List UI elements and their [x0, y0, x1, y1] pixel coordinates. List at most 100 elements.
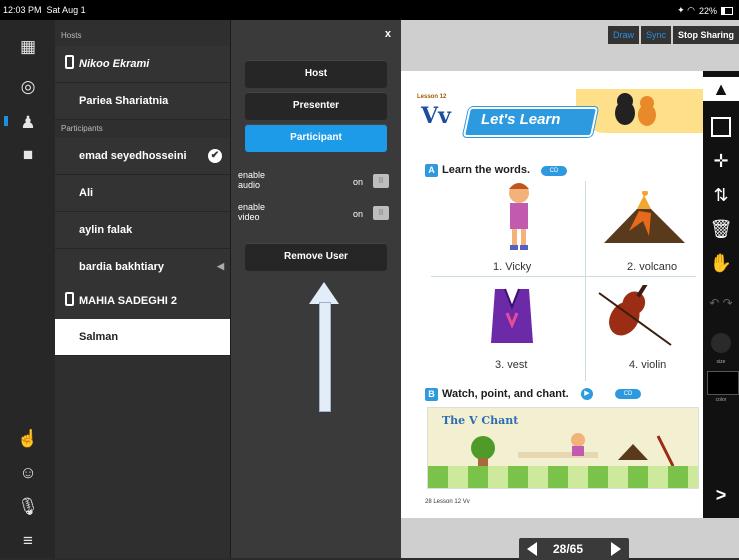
arrow-shaft — [319, 302, 331, 412]
chevron-right-icon[interactable]: > — [709, 483, 733, 507]
lesson-label: Lesson 12 — [417, 94, 447, 100]
page-footer: 28 Lesson 12 Vv — [425, 499, 470, 505]
stop-sharing-button[interactable]: Stop Sharing — [673, 26, 739, 44]
word-caption: 2. volcano — [627, 261, 678, 273]
section-b-marker: B — [425, 388, 438, 401]
user-row[interactable]: Pariea Shariatnia — [55, 83, 230, 120]
rectangle-icon[interactable] — [711, 117, 731, 137]
annotation-toolbar: ▲ ✛ ⇅ 🗑 ✋ ↶ ↷ size color > — [703, 71, 739, 518]
cat-dog-illustration — [615, 93, 656, 126]
target-icon[interactable]: ◎ — [17, 76, 39, 98]
left-rail: ▦ ◎ ♟ ■ ☝ ☺ 🎙 ≡ — [0, 20, 55, 558]
tablet-icon — [65, 55, 74, 69]
trash-icon[interactable]: 🗑 — [709, 217, 733, 241]
violin-illustration — [598, 285, 672, 346]
microphone-icon[interactable]: 🎙 — [17, 496, 39, 518]
chant-title: The V Chant — [442, 414, 519, 427]
sort-icon[interactable]: ⇅ — [709, 183, 733, 207]
section-a-marker: A — [425, 164, 438, 177]
user-row-selected[interactable]: Salman — [55, 319, 230, 356]
user-row[interactable]: aylin falak — [55, 212, 230, 249]
camera-icon[interactable]: ■ — [17, 144, 39, 166]
video-toggle[interactable]: II — [373, 206, 389, 220]
page-counter: 28/65 — [553, 542, 584, 556]
user-row[interactable]: Ali — [55, 175, 230, 212]
user-name: Nikoo Ekrami — [79, 58, 150, 70]
user-row[interactable]: Nikoo Ekrami — [55, 46, 230, 83]
play-icon[interactable]: ▶ — [581, 388, 593, 400]
section-b-heading: Watch, point, and chant. — [442, 388, 569, 400]
chant-illustration: The V Chant — [427, 407, 699, 489]
book-page: Lesson 12 Vv Let's Learn A Learn the wor… — [401, 71, 703, 518]
participants-heading: Participants — [61, 124, 103, 133]
participant-role-button[interactable]: Participant — [245, 124, 387, 152]
user-row[interactable]: emad seyedhosseini ✔ — [55, 138, 230, 175]
user-name: Ali — [79, 187, 94, 199]
user-role-panel: x Host Presenter Participant enable audio… — [230, 20, 401, 558]
audio-toggle[interactable]: II — [373, 174, 389, 188]
draw-button[interactable]: Draw — [607, 26, 639, 44]
sync-button[interactable]: Sync — [640, 26, 671, 44]
cd-badge: CD — [541, 166, 567, 176]
menu-icon[interactable]: ≡ — [17, 530, 39, 552]
user-name: Pariea Shariatnia — [79, 95, 169, 107]
user-row[interactable]: bardia bakhtiary ◀ — [55, 249, 230, 286]
up-arrow-annotation — [309, 282, 339, 304]
word-caption: 4. violin — [629, 359, 667, 371]
status-time: 12:03 PM — [3, 5, 42, 15]
user-name: aylin falak — [79, 224, 133, 236]
size-picker[interactable] — [711, 333, 731, 353]
rail-selection-marker — [4, 116, 8, 126]
word-caption: 1. Vicky — [493, 261, 532, 273]
battery-icon — [721, 6, 733, 15]
chant-floor — [428, 466, 698, 488]
audio-state: on — [353, 177, 364, 187]
profile-icon[interactable]: ☺ — [17, 462, 39, 484]
battery-percent: 22% — [698, 5, 717, 16]
banner-title: Let's Learn — [481, 111, 561, 128]
size-label: size — [716, 359, 726, 365]
speaker-icon: ◀ — [217, 261, 224, 271]
audio-label-1: enable — [238, 170, 266, 180]
vest-illustration — [491, 288, 533, 343]
share-actions: Draw Sync Stop Sharing — [607, 26, 739, 44]
audio-toggle-row: enable audio on II — [238, 168, 396, 196]
status-bar: 12:03 PM Sat Aug 1 ✦ ◠ 22% — [0, 0, 739, 20]
grid-line — [431, 276, 696, 277]
host-role-button[interactable]: Host — [245, 60, 387, 88]
lesson-banner: Lesson 12 Vv Let's Learn — [401, 79, 703, 137]
chant-scene — [471, 433, 675, 468]
color-picker[interactable] — [707, 371, 739, 395]
video-state: on — [353, 209, 364, 219]
word-caption: 3. vest — [495, 359, 528, 371]
status-date: Sat Aug 1 — [46, 5, 86, 15]
pen-icon[interactable]: ▲ — [703, 77, 739, 101]
checkmark-icon: ✔ — [208, 149, 222, 163]
user-list-panel: Hosts Nikoo Ekrami Pariea Shariatnia Par… — [55, 20, 230, 558]
presenter-role-button[interactable]: Presenter — [245, 92, 387, 120]
lesson-letters: Vv — [421, 103, 451, 129]
color-label: color — [715, 397, 727, 403]
screens-icon[interactable]: ▦ — [17, 36, 39, 58]
user-name: Salman — [79, 331, 119, 343]
undo-redo-icon[interactable]: ↶ ↷ — [709, 291, 733, 315]
previous-page-icon[interactable] — [527, 542, 537, 556]
section-a-heading: Learn the words. — [442, 164, 531, 176]
vicky-illustration — [509, 183, 529, 250]
move-icon[interactable]: ✛ — [709, 149, 733, 173]
tablet-icon — [65, 292, 74, 306]
users-icon[interactable]: ♟ — [17, 112, 39, 134]
page-navigator: 28/65 — [519, 538, 629, 560]
hand-icon[interactable]: ✋ — [709, 251, 733, 275]
video-label-1: enable — [238, 202, 266, 212]
user-row[interactable]: MAHIA SADEGHI 2 — [55, 283, 230, 320]
video-label-2: video — [238, 212, 260, 222]
user-name: bardia bakhtiary — [79, 261, 164, 273]
close-icon[interactable]: x — [385, 28, 391, 40]
volcano-illustration — [604, 191, 685, 243]
cd-badge: CD — [615, 389, 641, 399]
raise-hand-icon[interactable]: ☝ — [17, 428, 39, 450]
grid-line — [585, 181, 586, 381]
next-page-icon[interactable] — [611, 542, 621, 556]
remove-user-button[interactable]: Remove User — [245, 243, 387, 271]
